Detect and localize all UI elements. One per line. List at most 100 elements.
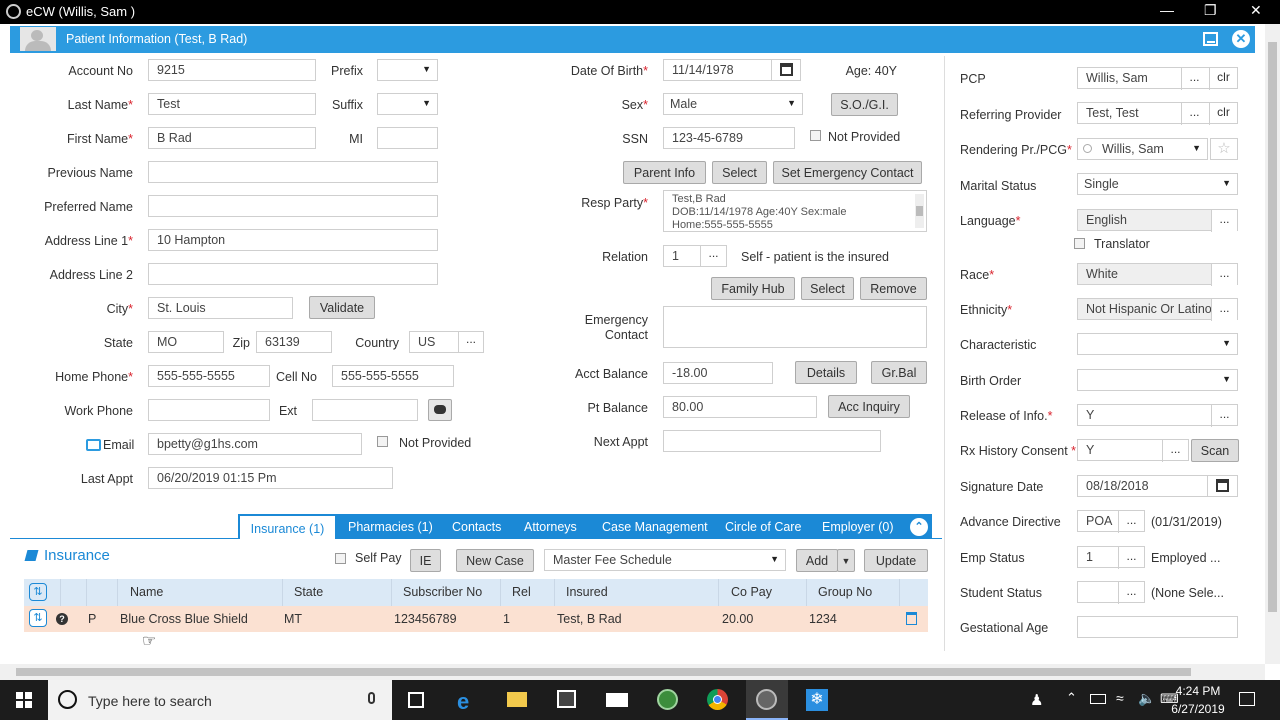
relation-lookup-button[interactable]: ...	[700, 246, 726, 266]
state-field[interactable]: MO	[148, 331, 224, 353]
maximize-icon[interactable]	[1203, 32, 1218, 46]
new-case-button[interactable]: New Case	[456, 549, 534, 572]
tab-employer[interactable]: Employer (0)	[822, 514, 894, 539]
validate-button[interactable]: Validate	[309, 296, 375, 319]
ie-button[interactable]: IE	[410, 549, 441, 572]
chrome-icon[interactable]	[707, 689, 728, 710]
add-dropdown-button[interactable]: ▼	[837, 549, 855, 572]
column-name[interactable]: Name	[130, 585, 163, 599]
globe-icon[interactable]	[657, 689, 678, 710]
windows-start-icon[interactable]	[16, 692, 32, 708]
address2-field[interactable]	[148, 263, 438, 285]
close-dialog-icon[interactable]: ✕	[1232, 30, 1250, 48]
volume-icon[interactable]: 🔈	[1138, 690, 1155, 707]
cell-field[interactable]: 555-555-5555	[332, 365, 454, 387]
sex-select[interactable]: Male ▼	[663, 93, 803, 115]
select-parent-button[interactable]: Select	[712, 161, 767, 184]
tab-case-management[interactable]: Case Management	[602, 514, 708, 539]
city-field[interactable]: St. Louis	[148, 297, 293, 319]
tab-contacts[interactable]: Contacts	[452, 514, 501, 539]
email-not-provided-checkbox[interactable]	[377, 436, 388, 447]
chat-icon[interactable]	[428, 399, 452, 421]
rendering-select[interactable]: Willis, Sam ▼	[1077, 138, 1208, 160]
tab-pharmacies[interactable]: Pharmacies (1)	[348, 514, 433, 539]
remove-button[interactable]: Remove	[860, 277, 927, 300]
pcp-clear-button[interactable]: clr	[1209, 68, 1237, 90]
emergency-contact-box[interactable]	[663, 306, 927, 348]
column-rel[interactable]: Rel	[512, 585, 531, 599]
preferred-name-field[interactable]	[148, 195, 438, 217]
add-button[interactable]: Add	[796, 549, 838, 572]
translator-checkbox[interactable]	[1074, 238, 1085, 249]
collapse-icon[interactable]: ⌃	[910, 518, 928, 536]
favorite-star-icon[interactable]: ☆	[1210, 138, 1238, 160]
race-lookup-button[interactable]: ...	[1211, 264, 1237, 286]
details-button[interactable]: Details	[795, 361, 857, 384]
ecw-taskbar-item[interactable]	[746, 680, 788, 720]
zip-field[interactable]: 63139	[256, 331, 332, 353]
snowflake-app-icon[interactable]: ❄	[806, 689, 828, 711]
vertical-scroll-thumb[interactable]	[1268, 42, 1277, 612]
row-reorder-icon[interactable]: ⇅	[29, 609, 47, 627]
store-icon[interactable]	[557, 690, 576, 708]
first-name-field[interactable]: B Rad	[148, 127, 316, 149]
show-hidden-icons[interactable]: ⌃	[1066, 690, 1077, 706]
column-state[interactable]: State	[294, 585, 323, 599]
grbal-button[interactable]: Gr.Bal	[871, 361, 927, 384]
minimize-icon[interactable]: —	[1160, 2, 1174, 18]
address1-field[interactable]: 10 Hampton	[148, 229, 438, 251]
suffix-select[interactable]: ▼	[377, 93, 438, 115]
reorder-icon[interactable]: ⇅	[29, 583, 47, 601]
prefix-select[interactable]: ▼	[377, 59, 438, 81]
microphone-icon[interactable]	[368, 692, 375, 704]
marital-status-select[interactable]: Single ▼	[1077, 173, 1238, 195]
ethnicity-lookup-button[interactable]: ...	[1211, 299, 1237, 321]
mi-field[interactable]	[377, 127, 438, 149]
edge-icon[interactable]: e	[457, 689, 469, 715]
ssn-field[interactable]: 123-45-6789	[663, 127, 795, 149]
previous-name-field[interactable]	[148, 161, 438, 183]
column-insured[interactable]: Insured	[566, 585, 608, 599]
help-icon[interactable]: ?	[56, 613, 68, 625]
mail-icon[interactable]	[606, 693, 628, 707]
horizontal-scroll-thumb[interactable]	[16, 668, 1191, 676]
gestational-age-field[interactable]	[1077, 616, 1238, 638]
action-center-icon[interactable]	[1239, 692, 1255, 706]
referring-lookup-button[interactable]: ...	[1181, 103, 1207, 125]
referring-clear-button[interactable]: clr	[1209, 103, 1237, 125]
family-hub-button[interactable]: Family Hub	[711, 277, 795, 300]
parent-info-button[interactable]: Parent Info	[623, 161, 706, 184]
last-name-field[interactable]: Test	[148, 93, 316, 115]
tab-circle-of-care[interactable]: Circle of Care	[725, 514, 801, 539]
people-icon[interactable]: ♟	[1030, 691, 1043, 709]
task-view-icon[interactable]	[408, 692, 424, 708]
characteristic-select[interactable]: ▼	[1077, 333, 1238, 355]
battery-icon[interactable]	[1090, 694, 1106, 704]
column-subscriber-no[interactable]: Subscriber No	[403, 585, 482, 599]
horizontal-scrollbar[interactable]	[0, 664, 1265, 680]
file-explorer-icon[interactable]	[507, 692, 527, 707]
set-emergency-contact-button[interactable]: Set Emergency Contact	[773, 161, 922, 184]
birth-order-select[interactable]: ▼	[1077, 369, 1238, 391]
country-lookup-button[interactable]: ...	[458, 332, 483, 352]
language-lookup-button[interactable]: ...	[1211, 210, 1237, 232]
signature-calendar-icon[interactable]	[1207, 476, 1237, 496]
self-pay-checkbox[interactable]	[335, 553, 346, 564]
select-family-button[interactable]: Select	[801, 277, 854, 300]
resp-party-box[interactable]: Test,B Rad DOB:11/14/1978 Age:40Y Sex:ma…	[663, 190, 927, 232]
table-row[interactable]: ⇅ ? P Blue Cross Blue Shield MT 12345678…	[24, 606, 928, 632]
tab-attorneys[interactable]: Attorneys	[524, 514, 577, 539]
column-group-no[interactable]: Group No	[818, 585, 872, 599]
taskbar-time[interactable]: 4:24 PM	[1168, 684, 1228, 698]
close-window-icon[interactable]: ✕	[1250, 2, 1262, 19]
fee-schedule-select[interactable]: Master Fee Schedule ▼	[544, 549, 786, 571]
ext-field[interactable]	[312, 399, 418, 421]
calendar-icon[interactable]	[771, 60, 800, 80]
column-copay[interactable]: Co Pay	[731, 585, 772, 599]
taskbar-search-box[interactable]: Type here to search	[48, 680, 392, 720]
account-no-field[interactable]: 9215	[148, 59, 316, 81]
pcp-lookup-button[interactable]: ...	[1181, 68, 1207, 90]
email-field[interactable]: bpetty@g1hs.com	[148, 433, 362, 455]
work-phone-field[interactable]	[148, 399, 270, 421]
vertical-scrollbar[interactable]	[1265, 24, 1280, 664]
